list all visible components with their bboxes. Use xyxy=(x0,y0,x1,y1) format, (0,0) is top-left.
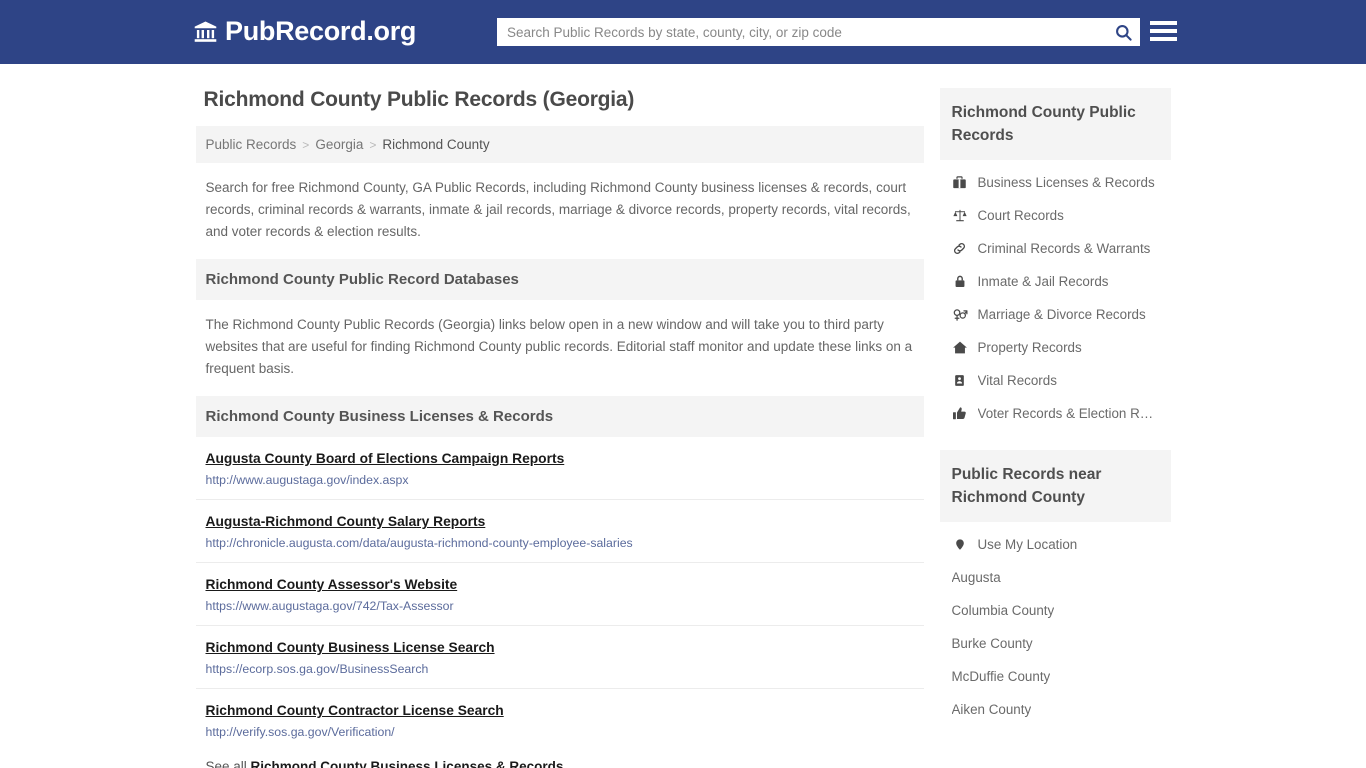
sidebar-item-inmate-jail-records[interactable]: Inmate & Jail Records xyxy=(940,265,1171,298)
thumbs-up-icon xyxy=(952,406,968,421)
see-all-prefix: See all xyxy=(205,759,247,768)
brand-name: PubRecord.org xyxy=(225,16,417,46)
sidebar-item-vital-records[interactable]: Vital Records xyxy=(940,364,1171,397)
search-input[interactable] xyxy=(497,18,1106,46)
page-body: Richmond County Public Records (Georgia)… xyxy=(0,64,1366,768)
sidebar-item-label: Business Licenses & Records xyxy=(977,175,1155,190)
sidebar-item-use-my-location[interactable]: Use My Location xyxy=(940,528,1171,561)
sidebar-item-label: Use My Location xyxy=(977,537,1078,552)
list-item: Richmond County Contractor License Searc… xyxy=(196,689,924,751)
breadcrumb-item-public-records[interactable]: Public Records xyxy=(206,137,297,152)
sidebar-item-aiken-county[interactable]: Aiken County xyxy=(940,693,1171,726)
sidebar-item-mcduffie-county[interactable]: McDuffie County xyxy=(940,660,1171,693)
sidebar-item-label: Property Records xyxy=(977,340,1082,355)
record-link-url[interactable]: https://ecorp.sos.ga.gov/BusinessSearch xyxy=(206,662,914,676)
see-all-row: See all Richmond County Business License… xyxy=(196,751,924,768)
sidebar-item-label: Burke County xyxy=(951,636,1033,651)
sidebar-item-marriage-divorce-records[interactable]: Marriage & Divorce Records xyxy=(940,298,1171,331)
record-link-url[interactable]: http://chronicle.augusta.com/data/august… xyxy=(206,536,914,550)
sidebar-records-list: Business Licenses & Records Court Record… xyxy=(940,160,1171,432)
breadcrumb: Public Records > Georgia > Richmond Coun… xyxy=(195,126,924,163)
sidebar-item-label: Criminal Records & Warrants xyxy=(977,241,1151,256)
sidebar-item-label: Inmate & Jail Records xyxy=(977,274,1109,289)
sidebar-heading-records: Richmond County Public Records xyxy=(939,88,1171,160)
sidebar-item-label: Marriage & Divorce Records xyxy=(977,307,1146,322)
section-heading-business-licenses: Richmond County Business Licenses & Reco… xyxy=(195,396,924,437)
map-pin-icon xyxy=(952,537,968,552)
see-all-link[interactable]: Richmond County Business Licenses & Reco… xyxy=(251,759,564,768)
sidebar-item-voter-records[interactable]: Voter Records & Election R… xyxy=(940,397,1171,430)
breadcrumb-separator: > xyxy=(369,137,377,152)
record-link-title[interactable]: Richmond County Assessor's Website xyxy=(206,577,458,592)
sidebar-item-label: Augusta xyxy=(951,570,1001,585)
list-item: Richmond County Assessor's Website https… xyxy=(195,563,924,626)
sidebar-item-columbia-county[interactable]: Columbia County xyxy=(940,594,1171,627)
chain-link-icon xyxy=(952,241,968,256)
sidebar-item-label: McDuffie County xyxy=(951,669,1051,684)
search-bar[interactable] xyxy=(497,18,1140,46)
intro-paragraph: Search for free Richmond County, GA Publ… xyxy=(205,180,911,239)
hamburger-menu-icon[interactable] xyxy=(1150,18,1177,44)
bank-building-icon xyxy=(193,20,218,44)
sidebar-item-business-licenses[interactable]: Business Licenses & Records xyxy=(940,166,1171,199)
record-link-title[interactable]: Augusta-Richmond County Salary Reports xyxy=(206,514,486,529)
sidebar-heading-near: Public Records near Richmond County xyxy=(939,450,1171,522)
main-content: Richmond County Public Records (Georgia)… xyxy=(195,88,924,768)
databases-paragraph: The Richmond County Public Records (Geor… xyxy=(205,317,913,376)
venus-mars-icon xyxy=(952,307,968,322)
record-link-title[interactable]: Richmond County Business License Search xyxy=(206,640,495,655)
sidebar-item-label: Vital Records xyxy=(977,373,1057,388)
record-link-title[interactable]: Augusta County Board of Elections Campai… xyxy=(206,451,565,466)
sidebar-item-augusta[interactable]: Augusta xyxy=(940,561,1171,594)
list-item: Augusta County Board of Elections Campai… xyxy=(195,437,924,500)
sidebar-near-list: Use My Location Augusta Columbia County … xyxy=(940,522,1171,728)
record-link-list: Augusta County Board of Elections Campai… xyxy=(195,437,924,751)
page-title: Richmond County Public Records (Georgia) xyxy=(203,88,635,111)
sidebar-item-property-records[interactable]: Property Records xyxy=(940,331,1171,364)
record-link-title[interactable]: Richmond County Contractor License Searc… xyxy=(206,703,504,718)
lock-icon xyxy=(952,274,968,289)
briefcase-icon xyxy=(952,175,968,190)
sidebar-item-label: Voter Records & Election R… xyxy=(977,406,1154,421)
balance-scale-icon xyxy=(952,208,968,223)
sidebar-item-label: Columbia County xyxy=(951,603,1055,618)
sidebar-item-label: Court Records xyxy=(977,208,1064,223)
sidebar-item-criminal-records[interactable]: Criminal Records & Warrants xyxy=(940,232,1171,265)
search-button[interactable] xyxy=(1106,18,1140,46)
breadcrumb-item-richmond-county: Richmond County xyxy=(382,137,490,152)
breadcrumb-item-georgia[interactable]: Georgia xyxy=(315,137,363,152)
sidebar-near-section: Public Records near Richmond County Use … xyxy=(939,450,1171,728)
sidebar-item-court-records[interactable]: Court Records xyxy=(940,199,1171,232)
record-link-url[interactable]: https://www.augustaga.gov/742/Tax-Assess… xyxy=(206,599,914,613)
site-logo[interactable]: PubRecord.org xyxy=(193,18,416,45)
section-heading-databases: Richmond County Public Record Databases xyxy=(195,259,924,300)
sidebar: Richmond County Public Records Business … xyxy=(939,88,1171,768)
list-item: Augusta-Richmond County Salary Reports h… xyxy=(195,500,924,563)
list-item: Richmond County Business License Search … xyxy=(195,626,924,689)
id-card-icon xyxy=(952,373,968,388)
sidebar-item-burke-county[interactable]: Burke County xyxy=(940,627,1171,660)
record-link-url[interactable]: http://www.augustaga.gov/index.aspx xyxy=(206,473,914,487)
breadcrumb-separator: > xyxy=(302,137,310,152)
record-link-url[interactable]: http://verify.sos.ga.gov/Verification/ xyxy=(206,725,914,739)
sidebar-item-label: Aiken County xyxy=(951,702,1032,717)
site-header: PubRecord.org xyxy=(0,0,1366,64)
home-icon xyxy=(952,340,968,355)
search-icon xyxy=(1114,23,1133,42)
